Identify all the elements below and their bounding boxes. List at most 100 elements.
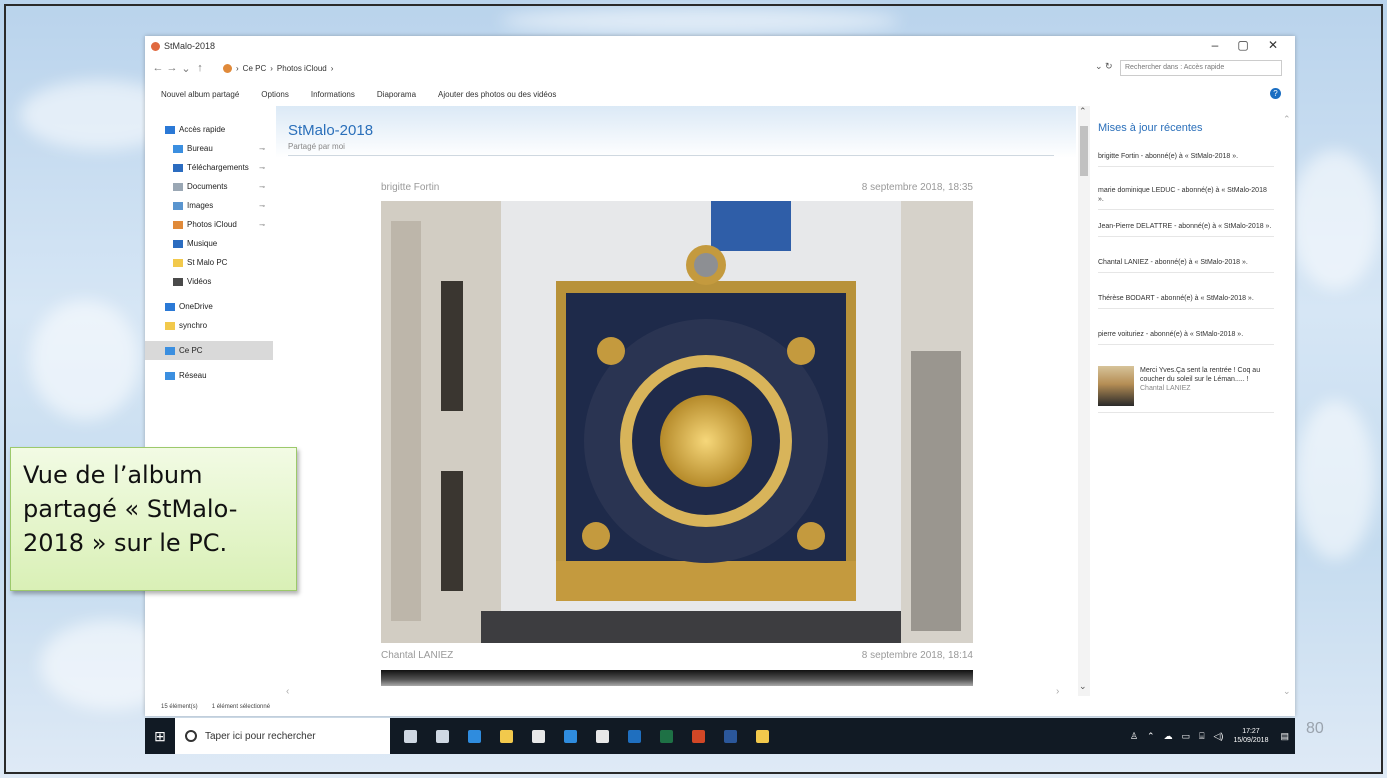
sidebar-item-documents[interactable]: Documents ⊸ [145, 177, 273, 196]
images-icon [173, 201, 183, 210]
taskbar-search[interactable]: Taper ici pour rechercher [175, 718, 390, 754]
people-icon[interactable]: ♙ [1130, 731, 1138, 742]
album-subtitle: Partagé par moi [288, 142, 345, 151]
sidebar-item-label: Vidéos [187, 277, 212, 286]
mail-icon[interactable] [586, 718, 618, 754]
scroll-left-icon[interactable]: ‹ [286, 686, 289, 697]
post-meta: brigitte Fortin 8 septembre 2018, 18:35 [381, 182, 973, 193]
volume-icon[interactable]: ◁) [1214, 731, 1224, 742]
scroll-up-icon[interactable]: ⌃ [1079, 106, 1087, 117]
scroll-right-icon[interactable]: › [1056, 686, 1059, 697]
path-separator: › [330, 63, 334, 73]
minimize-button[interactable]: – [1205, 38, 1225, 52]
recent-updates-title: Mises à jour récentes [1098, 122, 1203, 134]
music-icon [173, 239, 183, 248]
slideshow-button[interactable]: Diaporama [377, 90, 416, 99]
album-view: StMalo-2018 Partagé par moi brigitte For… [276, 106, 1076, 696]
sidebar-item-label: Images [187, 201, 214, 210]
excel-icon[interactable] [650, 718, 682, 754]
update-item[interactable]: pierre voituriez - abonné(e) à « StMalo-… [1098, 330, 1274, 345]
options-button[interactable]: Options [261, 90, 289, 99]
status-bar: 15 élément(s) 1 élément sélectionné [145, 700, 1295, 714]
update-item[interactable]: Chantal LANIEZ - abonné(e) à « StMalo-20… [1098, 258, 1274, 273]
update-item[interactable]: brigitte Fortin - abonné(e) à « StMalo-2… [1098, 152, 1274, 167]
word-icon[interactable] [714, 718, 746, 754]
tray-expand-icon[interactable]: ⌃ [1147, 731, 1155, 742]
sidebar-item-label: Bureau [187, 144, 213, 153]
navigation-pane: Accès rapide Bureau ⊸ Téléchargements ⊸ Docum… [145, 120, 273, 700]
task-view-icon[interactable] [426, 718, 458, 754]
path-separator: › [270, 63, 273, 73]
recent-locations-icon[interactable]: ⌄ [179, 62, 193, 75]
slide-number: 80 [1306, 720, 1324, 737]
right-pane-scrollbar[interactable]: ⌃ ⌄ [1282, 106, 1294, 706]
sidebar-item-photos-icloud[interactable]: Photos iCloud ⊸ [145, 215, 273, 234]
post-date: 8 septembre 2018, 18:35 [861, 182, 973, 193]
windows-start-icon[interactable]: ⊞ [145, 718, 175, 754]
update-item[interactable]: Jean-Pierre DELATTRE - abonné(e) à « StM… [1098, 222, 1274, 237]
explorer-window: StMalo-2018 – ▢ ✕ ← → ⌄ ↑ › Ce PC › Phot… [145, 36, 1295, 716]
close-button[interactable]: ✕ [1263, 38, 1283, 52]
informations-button[interactable]: Informations [311, 90, 355, 99]
up-arrow-icon[interactable]: ↑ [193, 62, 207, 74]
sidebar-item-musique[interactable]: Musique [145, 234, 273, 253]
horizontal-scrollbar[interactable]: ‹ › [276, 686, 1076, 698]
search-input[interactable]: Rechercher dans : Accès rapide [1120, 60, 1282, 76]
outlook-icon[interactable] [618, 718, 650, 754]
comment-thumbnail [1098, 366, 1134, 406]
paint-icon[interactable] [746, 718, 778, 754]
comment-text: Merci Yves.Ça sent la rentrée ! Coq au c… [1140, 367, 1261, 383]
store-icon[interactable] [522, 718, 554, 754]
path-segment-ce-pc[interactable]: Ce PC [243, 64, 267, 73]
sidebar-item-label: Réseau [179, 371, 207, 380]
sidebar-item-onedrive[interactable]: OneDrive [145, 297, 273, 316]
file-explorer-icon[interactable] [490, 718, 522, 754]
vertical-scrollbar[interactable]: ⌃ ⌄ [1078, 106, 1090, 696]
sidebar-item-st-malo-pc[interactable]: St Malo PC [145, 253, 273, 272]
pin-icon: ⊸ [259, 202, 265, 210]
update-item[interactable]: marie dominique LEDUC - abonné(e) à « St… [1098, 186, 1274, 210]
recent-updates-pane: Mises à jour récentes brigitte Fortin - … [1090, 106, 1280, 696]
path-segment-photos-icloud[interactable]: Photos iCloud [277, 64, 327, 73]
update-item[interactable]: Thérèse BODART - abonné(e) à « StMalo-20… [1098, 294, 1274, 309]
network-tray-icon[interactable]: ⌸ [1199, 731, 1204, 742]
sidebar-item-ce-pc[interactable]: Ce PC [145, 341, 273, 360]
help-icon[interactable]: ? [1270, 88, 1281, 99]
maximize-button[interactable]: ▢ [1233, 38, 1253, 52]
sidebar-item-r-seau[interactable]: Réseau [145, 366, 273, 385]
comment-item[interactable]: Merci Yves.Ça sent la rentrée ! Coq au c… [1098, 366, 1274, 413]
notifications-icon[interactable]: ▤ [1280, 731, 1289, 742]
photo-sunset[interactable] [381, 670, 973, 686]
clock[interactable]: 17:27 15/09/2018 [1233, 727, 1268, 745]
path-box[interactable]: › Ce PC › Photos iCloud › [223, 60, 1093, 76]
album-header: StMalo-2018 Partagé par moi [276, 106, 1076, 158]
forward-arrow-icon[interactable]: → [165, 62, 179, 74]
scroll-down-icon[interactable]: ⌄ [1283, 686, 1291, 697]
back-arrow-icon[interactable]: ← [151, 62, 165, 74]
cortana-icon [185, 730, 197, 742]
sidebar-item-acc-s-rapide[interactable]: Accès rapide [145, 120, 273, 139]
sidebar-item-t-l-chargements[interactable]: Téléchargements ⊸ [145, 158, 273, 177]
microphone-icon[interactable] [394, 718, 426, 754]
powerpoint-icon[interactable] [682, 718, 714, 754]
sidebar-item-bureau[interactable]: Bureau ⊸ [145, 139, 273, 158]
scroll-down-icon[interactable]: ⌄ [1079, 681, 1087, 692]
edge-icon[interactable] [458, 718, 490, 754]
refresh-icon[interactable]: ⌄ ↻ [1095, 61, 1113, 72]
scroll-up-icon[interactable]: ⌃ [1283, 114, 1291, 125]
onedrive-tray-icon[interactable]: ☁ [1164, 731, 1173, 742]
command-bar: Nouvel album partagé Options Information… [145, 84, 1295, 104]
cortana-app-icon[interactable] [554, 718, 586, 754]
sidebar-item-label: Accès rapide [179, 125, 226, 134]
sidebar-item-synchro[interactable]: synchro [145, 316, 273, 335]
callout-box: Vue de l’album partagé « StMalo- 2018 » … [10, 447, 297, 591]
new-shared-album-button[interactable]: Nouvel album partagé [161, 90, 239, 99]
post-date: 8 septembre 2018, 18:14 [861, 650, 973, 661]
add-photos-button[interactable]: Ajouter des photos ou des vidéos [438, 90, 556, 99]
scroll-thumb[interactable] [1080, 126, 1088, 176]
photo-clock[interactable] [381, 201, 973, 643]
star-icon [165, 125, 175, 134]
sidebar-item-images[interactable]: Images ⊸ [145, 196, 273, 215]
battery-icon[interactable]: ▭ [1182, 731, 1191, 742]
sidebar-item-vid-os[interactable]: Vidéos [145, 272, 273, 291]
